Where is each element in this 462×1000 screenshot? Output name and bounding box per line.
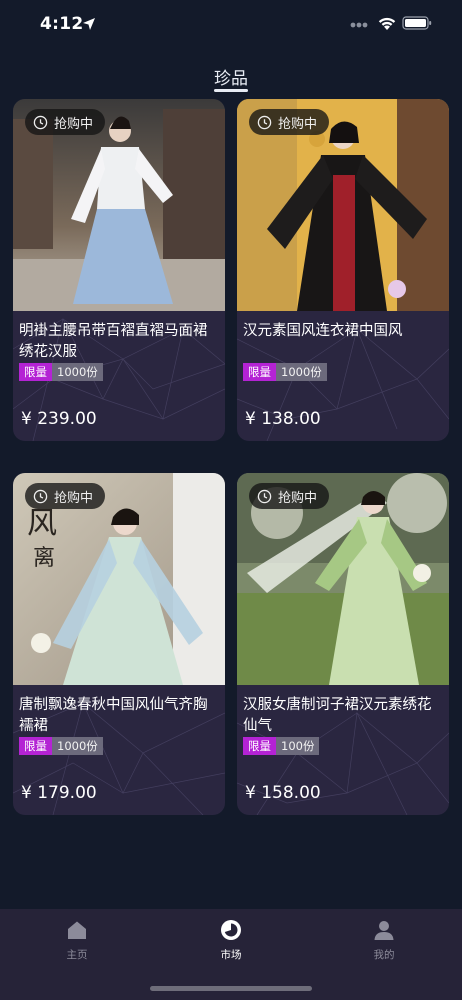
title-underline — [214, 89, 248, 92]
limit-tag: 限量 — [243, 363, 276, 381]
limit-tag: 限量 — [19, 363, 52, 381]
location-arrow-icon — [83, 18, 95, 30]
clock-icon — [257, 115, 272, 129]
clock-icon — [33, 115, 48, 129]
clock-icon — [257, 489, 272, 503]
badge-label: 抢购中 — [54, 490, 94, 506]
limit-quantity: 1000份 — [276, 363, 327, 381]
limit-quantity: 1000份 — [52, 737, 103, 755]
flash-sale-badge: 抢购中 — [249, 109, 330, 135]
status-time: 4:12 — [40, 14, 84, 34]
limited-quantity: 限量 1000份 — [19, 737, 103, 755]
product-card[interactable]: 风 离 抢购中 唐制飘逸春秋中国风仙气齐胸襦裙 限量 1000份 ¥ 179.0… — [13, 473, 225, 815]
battery-icon — [402, 16, 432, 30]
limit-quantity: 1000份 — [52, 363, 103, 381]
tab-market-label: 市场 — [220, 949, 242, 961]
limit-tag: 限量 — [243, 737, 276, 755]
clock-icon — [33, 489, 48, 503]
product-name[interactable]: 明褂主腰吊带百褶直褶马面裙绣花汉服 — [19, 321, 221, 363]
flash-sale-badge: 抢购中 — [249, 483, 330, 509]
svg-text:风: 风 — [27, 506, 57, 541]
limited-quantity: 限量 1000份 — [243, 363, 327, 381]
svg-text:离: 离 — [33, 546, 55, 571]
product-price: ¥ 179.00 — [21, 783, 97, 803]
limit-quantity: 100份 — [276, 737, 320, 755]
page-title: 珍品 — [214, 69, 248, 89]
product-price: ¥ 239.00 — [21, 409, 97, 429]
badge-label: 抢购中 — [278, 116, 318, 132]
limit-tag: 限量 — [19, 737, 52, 755]
product-name[interactable]: 汉元素国风连衣裙中国风 — [243, 321, 445, 342]
flash-sale-badge: 抢购中 — [25, 109, 106, 135]
badge-label: 抢购中 — [54, 116, 94, 132]
tab-profile[interactable]: 我的 — [344, 919, 424, 962]
home-indicator — [150, 986, 312, 991]
limited-quantity: 限量 100份 — [243, 737, 320, 755]
limited-quantity: 限量 1000份 — [19, 363, 103, 381]
flash-sale-badge: 抢购中 — [25, 483, 106, 509]
product-card[interactable]: 抢购中 明褂主腰吊带百褶直褶马面裙绣花汉服 限量 1000份 ¥ 239.00 — [13, 99, 225, 441]
signal-dots-icon — [350, 22, 372, 28]
product-card[interactable]: 抢购中 汉元素国风连衣裙中国风 限量 1000份 ¥ 138.00 — [237, 99, 449, 441]
tab-home[interactable]: 主页 — [37, 919, 117, 962]
tab-home-label: 主页 — [66, 949, 88, 961]
wifi-icon — [378, 17, 396, 30]
status-bar: 4:12 — [0, 0, 462, 50]
product-name[interactable]: 唐制飘逸春秋中国风仙气齐胸襦裙 — [19, 695, 221, 737]
product-price: ¥ 138.00 — [245, 409, 321, 429]
product-card[interactable]: 抢购中 汉服女唐制诃子裙汉元素绣花仙气 限量 100份 ¥ 158.00 — [237, 473, 449, 815]
tab-profile-label: 我的 — [373, 949, 395, 961]
person-icon — [374, 921, 394, 940]
product-name[interactable]: 汉服女唐制诃子裙汉元素绣花仙气 — [243, 695, 445, 737]
home-icon — [68, 921, 86, 939]
market-pie-icon — [221, 920, 241, 940]
badge-label: 抢购中 — [278, 490, 318, 506]
tab-market[interactable]: 市场 — [191, 919, 271, 962]
product-price: ¥ 158.00 — [245, 783, 321, 803]
